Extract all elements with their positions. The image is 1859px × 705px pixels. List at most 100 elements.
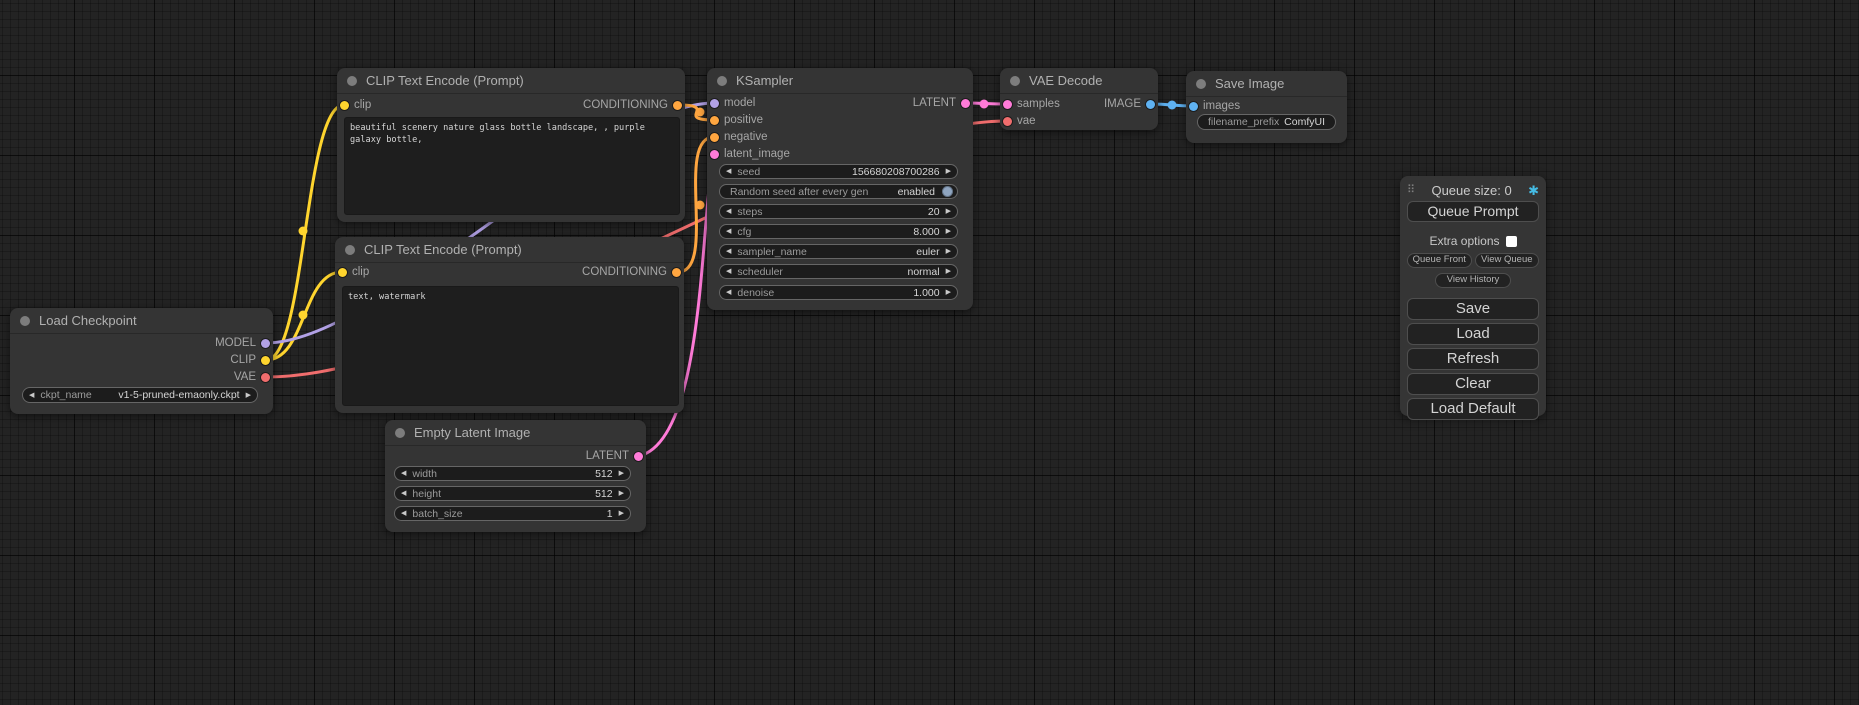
node-collapse-dot[interactable] (20, 316, 30, 326)
output-dot-CONDITIONING[interactable] (673, 101, 682, 110)
link-midpoint-dot[interactable] (696, 201, 705, 210)
input-dot-latent_image[interactable] (710, 150, 719, 159)
input-dot-samples[interactable] (1003, 100, 1012, 109)
link-midpoint-dot[interactable] (980, 100, 989, 109)
node-clip-text-encode-negative[interactable]: CLIP Text Encode (Prompt)clipCONDITIONIN… (335, 237, 684, 413)
output-label: CONDITIONING (582, 266, 667, 278)
node-load-checkpoint[interactable]: Load CheckpointMODELCLIPVAE◀ckpt_namev1-… (10, 308, 273, 414)
node-collapse-dot[interactable] (347, 76, 357, 86)
prompt-textarea[interactable]: text, watermark (342, 286, 679, 406)
increment-arrow-icon[interactable]: ▶ (940, 168, 957, 175)
widget-width[interactable]: ◀width512▶ (394, 466, 631, 481)
refresh-button[interactable]: Refresh (1407, 348, 1539, 370)
output-dot-IMAGE[interactable] (1146, 100, 1155, 109)
widget-denoise[interactable]: ◀denoise 1.000▶ (719, 285, 958, 300)
output-dot-LATENT[interactable] (634, 452, 643, 461)
node-ksampler[interactable]: KSamplermodelpositivenegativelatent_imag… (707, 68, 973, 310)
increment-arrow-icon[interactable]: ▶ (240, 392, 257, 399)
input-dot-clip[interactable] (340, 101, 349, 110)
decrement-arrow-icon[interactable]: ◀ (720, 248, 737, 255)
output-dot-CONDITIONING[interactable] (672, 268, 681, 277)
output-slot-CONDITIONING: CONDITIONING (583, 99, 668, 111)
queue-prompt-button[interactable]: Queue Prompt (1407, 201, 1539, 222)
decrement-arrow-icon[interactable]: ◀ (395, 490, 412, 497)
decrement-arrow-icon[interactable]: ◀ (395, 510, 412, 517)
output-dot-CLIP[interactable] (261, 356, 270, 365)
widget-sampler_name[interactable]: ◀sampler_nameeuler▶ (719, 244, 958, 259)
widget-ckpt_name[interactable]: ◀ckpt_namev1-5-pruned-emaonly.ckpt▶ (22, 387, 258, 403)
input-dot-clip[interactable] (338, 268, 347, 277)
increment-arrow-icon[interactable]: ▶ (613, 470, 630, 477)
input-dot-negative[interactable] (710, 133, 719, 142)
widget-random-seed-after-every-gen[interactable]: Random seed after every genenabled (719, 184, 958, 199)
queue-small-buttons-row: Queue Front View Queue (1407, 253, 1539, 268)
link-midpoint-dot[interactable] (299, 311, 308, 320)
node-collapse-dot[interactable] (717, 76, 727, 86)
node-vae-decode[interactable]: VAE DecodesamplesvaeIMAGE (1000, 68, 1158, 130)
input-dot-images[interactable] (1189, 102, 1198, 111)
load-button[interactable]: Load (1407, 323, 1539, 345)
decrement-arrow-icon[interactable]: ◀ (720, 208, 737, 215)
widget-value: 8.000 (913, 226, 939, 238)
increment-arrow-icon[interactable]: ▶ (940, 268, 957, 275)
link-midpoint-dot[interactable] (299, 227, 308, 236)
clear-button[interactable]: Clear (1407, 373, 1539, 395)
output-dot-LATENT[interactable] (961, 99, 970, 108)
widget-batch_size[interactable]: ◀batch_size1▶ (394, 506, 631, 521)
widget-value: 512 (595, 488, 613, 500)
widget-value: 1.000 (913, 287, 939, 299)
input-slot-vae: vae (1017, 115, 1036, 127)
widget-steps[interactable]: ◀steps20▶ (719, 204, 958, 219)
widget-cfg[interactable]: ◀cfg8.000▶ (719, 224, 958, 239)
prompt-textarea[interactable]: beautiful scenery nature glass bottle la… (344, 117, 680, 215)
decrement-arrow-icon[interactable]: ◀ (720, 228, 737, 235)
drag-handle-icon[interactable]: ⠿ (1407, 185, 1415, 196)
gear-icon[interactable]: ✱ (1528, 184, 1539, 197)
output-dot-VAE[interactable] (261, 373, 270, 382)
node-collapse-dot[interactable] (1010, 76, 1020, 86)
node-collapse-dot[interactable] (395, 428, 405, 438)
node-title: CLIP Text Encode (Prompt) (364, 242, 522, 257)
increment-arrow-icon[interactable]: ▶ (613, 490, 630, 497)
node-save-image[interactable]: Save Imageimagesfilename_prefixComfyUI (1186, 71, 1347, 143)
increment-arrow-icon[interactable]: ▶ (940, 208, 957, 215)
decrement-arrow-icon[interactable]: ◀ (395, 470, 412, 477)
widget-height[interactable]: ◀height512▶ (394, 486, 631, 501)
input-dot-model[interactable] (710, 99, 719, 108)
input-label: model (724, 97, 755, 109)
input-slot-negative: negative (724, 131, 767, 143)
queue-size-label: Queue size: 0 (1415, 183, 1528, 198)
widget-seed[interactable]: ◀seed156680208700286▶ (719, 164, 958, 179)
save-button[interactable]: Save (1407, 298, 1539, 320)
widget-scheduler[interactable]: ◀schedulernormal▶ (719, 264, 958, 279)
node-empty-latent-image[interactable]: Empty Latent ImageLATENT◀width512▶◀heigh… (385, 420, 646, 532)
view-history-button[interactable]: View History (1435, 273, 1511, 288)
view-queue-button[interactable]: View Queue (1475, 253, 1540, 268)
node-collapse-dot[interactable] (345, 245, 355, 255)
input-slot-clip: clip (354, 99, 371, 111)
widget-label: ckpt_name (40, 389, 91, 401)
increment-arrow-icon[interactable]: ▶ (613, 510, 630, 517)
increment-arrow-icon[interactable]: ▶ (940, 289, 957, 296)
decrement-arrow-icon[interactable]: ◀ (23, 392, 40, 399)
output-dot-MODEL[interactable] (261, 339, 270, 348)
extra-options-checkbox[interactable] (1506, 236, 1517, 247)
input-dot-vae[interactable] (1003, 117, 1012, 126)
load-default-button[interactable]: Load Default (1407, 398, 1539, 420)
decrement-arrow-icon[interactable]: ◀ (720, 289, 737, 296)
input-dot-positive[interactable] (710, 116, 719, 125)
node-title-bar: Load Checkpoint (10, 308, 273, 334)
link-midpoint-dot[interactable] (696, 108, 705, 117)
increment-arrow-icon[interactable]: ▶ (940, 228, 957, 235)
widget-filename_prefix[interactable]: filename_prefixComfyUI (1197, 114, 1336, 130)
decrement-arrow-icon[interactable]: ◀ (720, 168, 737, 175)
link-midpoint-dot[interactable] (1168, 101, 1177, 110)
increment-arrow-icon[interactable]: ▶ (940, 248, 957, 255)
node-clip-text-encode-positive[interactable]: CLIP Text Encode (Prompt)clipCONDITIONIN… (337, 68, 685, 222)
widget-label: denoise (737, 287, 774, 299)
queue-front-button[interactable]: Queue Front (1407, 253, 1472, 268)
node-collapse-dot[interactable] (1196, 79, 1206, 89)
toggle-knob[interactable] (942, 186, 953, 197)
decrement-arrow-icon[interactable]: ◀ (720, 268, 737, 275)
widget-label: scheduler (737, 266, 783, 278)
